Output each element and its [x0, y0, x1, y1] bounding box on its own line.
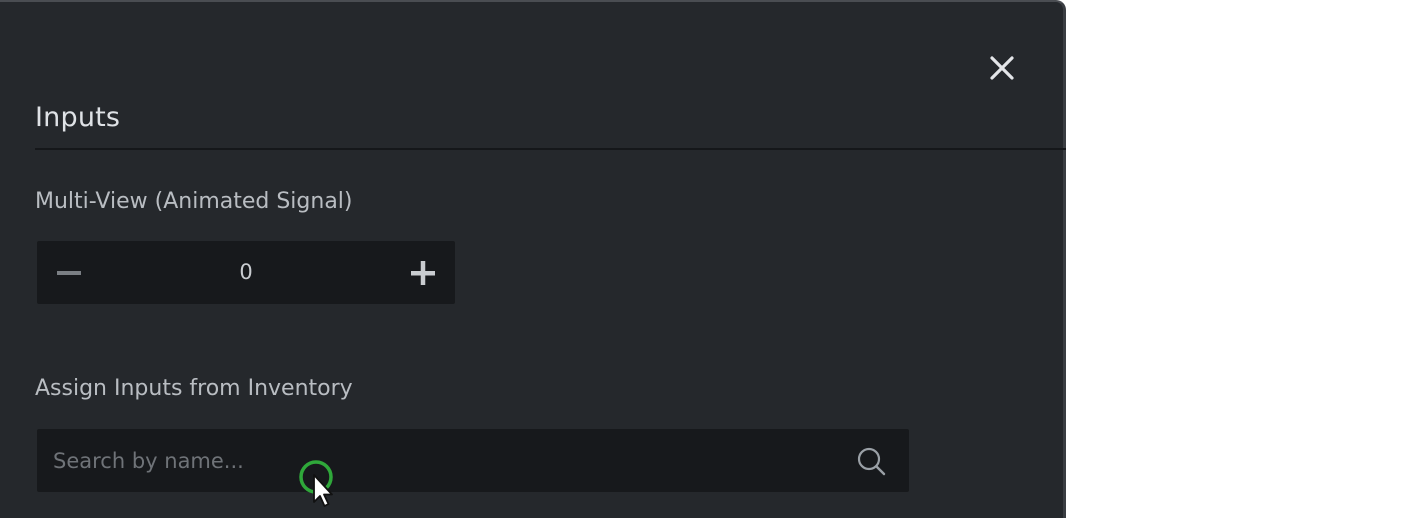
inventory-search [37, 429, 909, 492]
close-button[interactable] [986, 52, 1018, 84]
search-input[interactable] [53, 429, 833, 492]
plus-icon [411, 260, 435, 285]
section-divider [35, 148, 1066, 150]
section-title: Inputs [35, 102, 121, 133]
inputs-modal: Inputs Multi-View (Animated Signal) Assi… [0, 0, 1066, 518]
minus-icon [57, 270, 81, 275]
multiview-label: Multi-View (Animated Signal) [35, 189, 353, 214]
close-icon [990, 56, 1014, 80]
inventory-label: Assign Inputs from Inventory [35, 376, 353, 401]
multiview-count-input[interactable] [101, 241, 391, 304]
search-icon[interactable] [855, 445, 887, 477]
decrement-button[interactable] [37, 241, 101, 304]
multiview-stepper [37, 241, 455, 304]
increment-button[interactable] [391, 241, 455, 304]
